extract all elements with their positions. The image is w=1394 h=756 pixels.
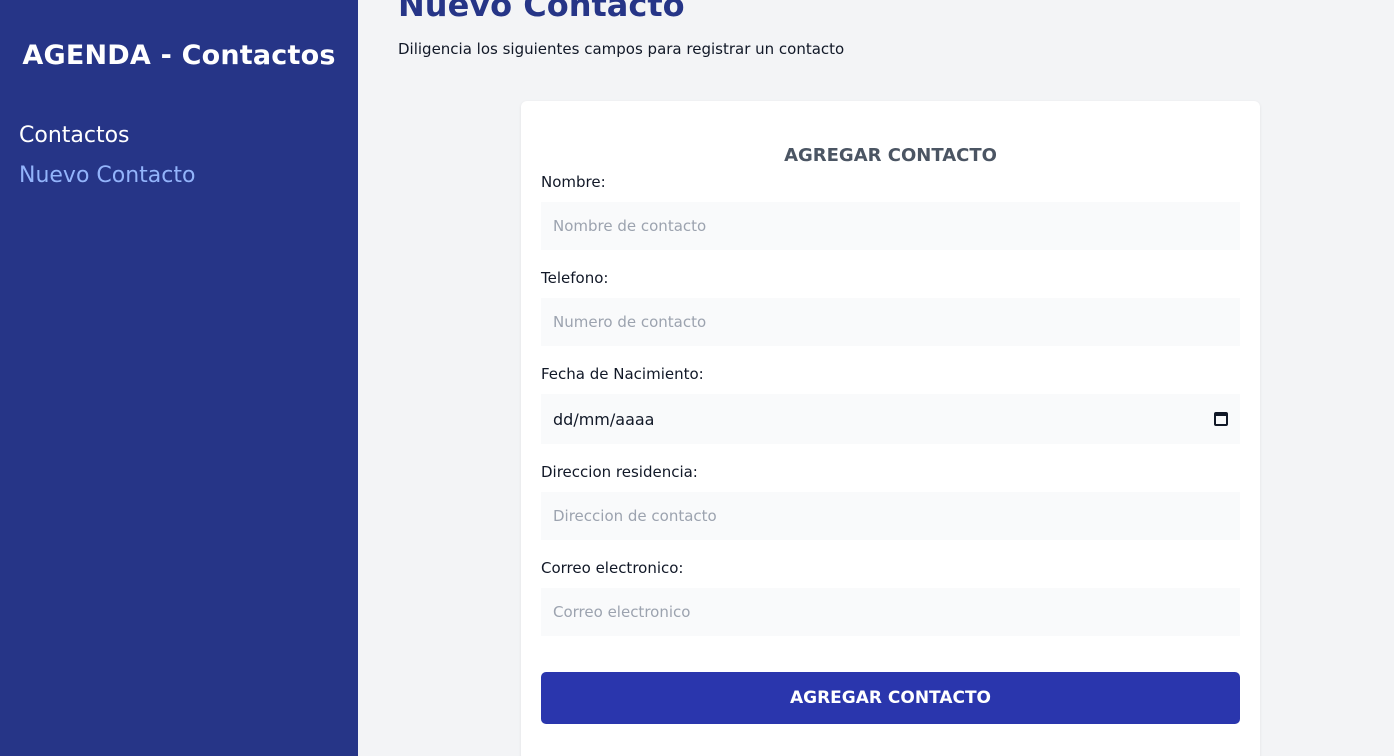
app-root: AGENDA - Contactos Contactos Nuevo Conta… (0, 0, 1394, 756)
calendar-icon[interactable] (1214, 412, 1228, 426)
agregar-contacto-button[interactable]: AGREGAR CONTACTO (541, 672, 1240, 724)
app-brand: AGENDA - Contactos (22, 40, 336, 71)
direccion-input[interactable] (541, 492, 1240, 540)
page-title: Nuevo Contacto (398, 0, 685, 24)
form-title: AGREGAR CONTACTO (784, 145, 997, 166)
sidebar-item-nuevo-contacto[interactable]: Nuevo Contacto (19, 156, 195, 196)
main-content: Nuevo Contacto Diligencia los siguientes… (358, 0, 1394, 756)
correo-input[interactable] (541, 588, 1240, 636)
sidebar-item-contactos[interactable]: Contactos (19, 116, 195, 156)
nombre-input[interactable] (541, 202, 1240, 250)
telefono-input[interactable] (541, 298, 1240, 346)
fecha-nacimiento-label: Fecha de Nacimiento: (541, 365, 704, 383)
sidebar: AGENDA - Contactos Contactos Nuevo Conta… (0, 0, 358, 756)
fecha-nacimiento-value: dd/mm/aaaa (553, 409, 655, 429)
fecha-nacimiento-input[interactable]: dd/mm/aaaa (541, 394, 1240, 444)
direccion-label: Direccion residencia: (541, 463, 698, 481)
page-subtitle: Diligencia los siguientes campos para re… (398, 40, 845, 58)
contact-form-card: AGREGAR CONTACTO Nombre: Telefono: Fecha… (521, 101, 1260, 756)
nombre-label: Nombre: (541, 173, 606, 191)
telefono-label: Telefono: (541, 269, 609, 287)
correo-label: Correo electronico: (541, 559, 684, 577)
sidebar-nav: Contactos Nuevo Contacto (19, 116, 195, 196)
